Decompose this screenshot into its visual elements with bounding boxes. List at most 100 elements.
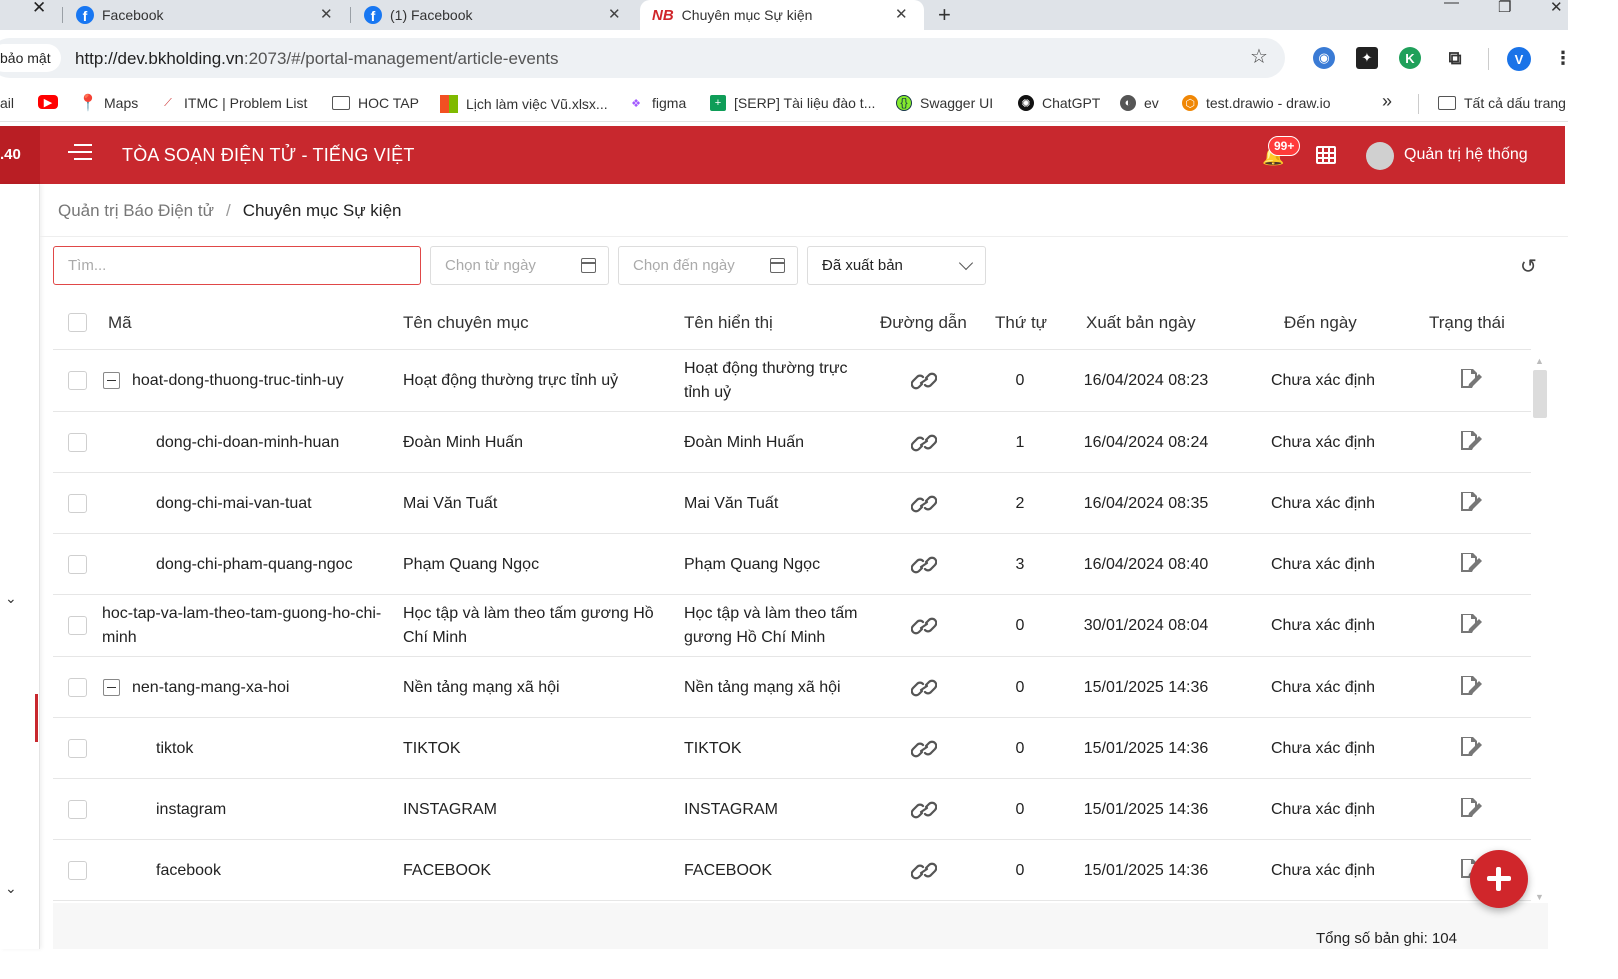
bookmark-ev[interactable]: ◐ ev [1120, 95, 1159, 111]
column-header-display[interactable]: Tên hiển thị [684, 313, 773, 333]
row-checkbox[interactable] [68, 554, 87, 574]
cell-until-date: Chưa xác định [1270, 678, 1376, 696]
row-checkbox[interactable] [68, 677, 87, 697]
search-input[interactable]: Tìm... [53, 246, 421, 285]
row-checkbox[interactable] [68, 432, 87, 452]
profile-avatar[interactable]: V [1507, 47, 1531, 71]
scrollbar-thumb[interactable] [1533, 370, 1547, 418]
table-row[interactable]: instagram INSTAGRAM INSTAGRAM 0 15/01/2025 1… [53, 779, 1531, 840]
edit-status-icon[interactable] [1459, 612, 1483, 634]
bookmark-youtube[interactable]: ▶ [38, 95, 66, 109]
edit-status-icon[interactable] [1459, 490, 1483, 512]
link-icon[interactable] [910, 616, 938, 636]
url-text[interactable]: http://dev.bkholding.vn:2073/#/portal-ma… [75, 49, 559, 69]
from-date-picker[interactable]: Chọn từ ngày [430, 246, 609, 285]
column-header-until-date[interactable]: Đến ngày [1284, 313, 1357, 333]
column-header-name[interactable]: Tên chuyên mục [403, 313, 529, 333]
bookmark-all[interactable]: Tất cả dấu trang [1438, 95, 1566, 111]
row-checkbox[interactable] [68, 860, 87, 880]
bookmark-itmc[interactable]: ⟋ ITMC | Problem List [160, 95, 307, 111]
status-select[interactable]: Đã xuất bản [807, 246, 986, 285]
extensions-puzzle-icon[interactable]: ⧉ [1444, 47, 1466, 69]
tab-chuyen-muc-su-kien[interactable]: NB Chuyên mục Sự kiện ✕ [640, 0, 924, 30]
link-icon[interactable] [910, 371, 938, 391]
tab-close-icon[interactable]: ✕ [320, 5, 333, 23]
table-row[interactable]: dong-chi-doan-minh-huan Đoàn Minh Huấn Đoà… [53, 412, 1531, 473]
row-checkbox[interactable] [68, 616, 87, 635]
tab-facebook-notifications[interactable]: f (1) Facebook ✕ [364, 0, 634, 30]
tab-facebook[interactable]: f Facebook ✕ [76, 0, 346, 30]
edit-status-icon[interactable] [1459, 367, 1483, 389]
column-header-status[interactable]: Trạng thái [1429, 313, 1505, 333]
apps-grid-icon[interactable] [1316, 146, 1336, 164]
edit-status-icon[interactable] [1459, 674, 1483, 696]
link-icon[interactable] [910, 800, 938, 820]
tab-close-icon[interactable]: ✕ [895, 5, 908, 23]
link-icon[interactable] [910, 494, 938, 514]
chevron-down-icon [958, 255, 974, 271]
table-row[interactable]: hoat-dong-thuong-truc-tinh-uy Hoạt động t… [53, 350, 1531, 412]
link-icon[interactable] [910, 739, 938, 759]
collapse-toggle[interactable] [103, 372, 120, 389]
column-header-link[interactable]: Đường dẫn [880, 313, 967, 333]
bookmark-star-icon[interactable]: ☆ [1250, 44, 1268, 69]
bookmark-maps[interactable]: 📍 Maps [78, 95, 138, 112]
refresh-icon[interactable]: ↺ [1520, 254, 1537, 279]
table-row[interactable]: facebook FACEBOOK FACEBOOK 0 15/01/2025 14:3… [53, 840, 1531, 901]
breadcrumb-parent[interactable]: Quản trị Báo Điện tử [58, 201, 214, 220]
table-row[interactable]: nen-tang-mang-xa-hoi Nền tảng mạng xã hội… [53, 657, 1531, 718]
column-header-order[interactable]: Thứ tự [995, 313, 1047, 333]
minimize-button[interactable]: — [1444, 0, 1459, 11]
browser-menu-icon[interactable]: ⋮ [1552, 47, 1574, 69]
chevron-down-icon[interactable]: ⌄ [5, 880, 17, 897]
bookmark-swagger[interactable]: {} Swagger UI [896, 95, 993, 111]
bookmarks-overflow[interactable]: » [1382, 91, 1392, 112]
menu-toggle-icon[interactable] [68, 144, 92, 164]
scroll-up-arrow[interactable]: ▲ [1535, 356, 1544, 366]
collapse-toggle[interactable] [103, 678, 120, 696]
row-checkbox[interactable] [68, 799, 87, 819]
edit-status-icon[interactable] [1459, 796, 1483, 818]
scroll-down-arrow[interactable]: ▼ [1535, 892, 1544, 902]
avatar[interactable] [1366, 142, 1394, 170]
link-icon[interactable] [910, 678, 938, 698]
link-icon[interactable] [910, 433, 938, 453]
extension-globe-icon[interactable]: ◉ [1313, 47, 1335, 69]
link-icon[interactable] [910, 555, 938, 575]
bookmark-drawio[interactable]: ⬡ test.drawio - draw.io [1182, 95, 1331, 111]
bookmark-figma[interactable]: ❖ figma [628, 95, 686, 111]
bookmark-hoc-tap[interactable]: HOC TAP [332, 95, 419, 111]
row-checkbox[interactable] [68, 493, 87, 513]
edit-status-icon[interactable] [1459, 735, 1483, 757]
chevron-down-icon[interactable]: ⌄ [5, 590, 17, 607]
new-tab-button[interactable]: + [938, 2, 951, 28]
maximize-button[interactable]: ❐ [1498, 0, 1511, 16]
security-chip[interactable]: bảo mật [0, 44, 61, 72]
table-row[interactable]: dong-chi-pham-quang-ngoc Phạm Quang Ngọc P… [53, 534, 1531, 595]
row-checkbox[interactable] [68, 738, 87, 758]
link-icon[interactable] [910, 861, 938, 881]
tab-close-icon[interactable]: ✕ [608, 5, 621, 23]
add-category-button[interactable] [1470, 850, 1528, 908]
extension-k-icon[interactable]: K [1399, 47, 1421, 69]
user-name[interactable]: Quản trị hệ thống [1404, 146, 1528, 164]
bookmark-serp[interactable]: + [SERP] Tài liệu đào t... [710, 95, 875, 111]
bookmark-lich-lam-viec[interactable]: Lịch làm việc Vũ.xlsx... [440, 95, 608, 113]
close-window-button[interactable]: ✕ [1550, 0, 1563, 16]
table-row[interactable]: tiktok TIKTOK TIKTOK 0 15/01/2025 14:36 Chưa … [53, 718, 1531, 779]
omnibox[interactable]: bảo mật http://dev.bkholding.vn:2073/#/p… [0, 38, 1285, 78]
table-scrollbar[interactable] [1532, 355, 1548, 903]
row-checkbox[interactable] [68, 371, 87, 390]
table-row[interactable]: hoc-tap-va-lam-theo-tam-guong-ho-chi-min… [53, 595, 1531, 657]
column-header-publish-date[interactable]: Xuất bản ngày [1086, 313, 1196, 333]
edit-status-icon[interactable] [1459, 551, 1483, 573]
table-row[interactable]: dong-chi-mai-van-tuat Mai Văn Tuất Mai Văn… [53, 473, 1531, 534]
tab-close-icon[interactable]: ✕ [32, 0, 46, 18]
select-all-checkbox[interactable] [68, 313, 87, 332]
bookmark-gmail[interactable]: ail [0, 95, 14, 111]
extension-pirate-icon[interactable]: ✦ [1356, 47, 1378, 69]
column-header-code[interactable]: Mã [108, 313, 132, 333]
edit-status-icon[interactable] [1459, 429, 1483, 451]
bookmark-chatgpt[interactable]: ✺ ChatGPT [1018, 95, 1100, 111]
to-date-picker[interactable]: Chọn đến ngày [618, 246, 798, 285]
